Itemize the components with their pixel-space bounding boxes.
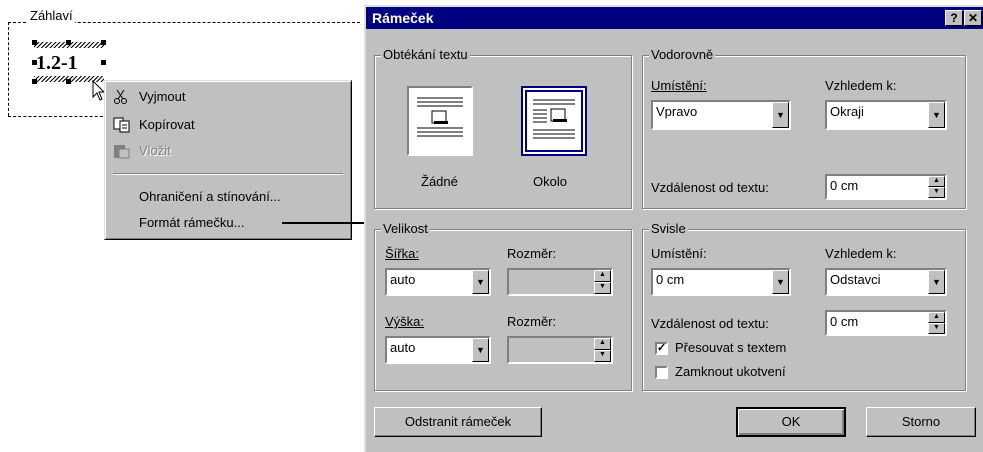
scissors-icon — [113, 89, 131, 105]
wrap-none-icon — [417, 97, 463, 137]
horizontal-group: Vodorovně Umístění: Vpravo ▼ Vzhledem k:… — [642, 47, 966, 209]
selected-frame[interactable]: 1.2-1 — [32, 40, 106, 84]
move-with-text-checkbox[interactable]: ✓ — [655, 342, 668, 355]
horizontal-legend: Vodorovně — [649, 47, 716, 62]
chevron-down-icon[interactable]: ▼ — [928, 102, 945, 128]
cancel-button[interactable]: Storno — [866, 407, 976, 437]
spin-up-icon[interactable]: ▲ — [594, 338, 611, 350]
frame-handle[interactable] — [66, 40, 71, 45]
horizontal-relative-select[interactable]: Okraji ▼ — [825, 100, 947, 130]
dialog-title-bar: Rámeček ? ✕ — [366, 7, 983, 29]
height-select[interactable]: auto ▼ — [385, 336, 491, 364]
width-label: Šířka: — [385, 246, 419, 261]
spin-down-icon[interactable]: ▼ — [928, 323, 945, 334]
move-with-text-label: Přesouvat s textem — [675, 340, 787, 355]
wrap-around-label: Okolo — [533, 174, 567, 189]
remove-frame-button[interactable]: Odstranit rámeček — [374, 407, 542, 437]
header-zone-border-left — [8, 22, 10, 116]
chevron-down-icon[interactable]: ▼ — [772, 270, 789, 294]
vertical-relative-select[interactable]: Odstavci ▼ — [825, 268, 947, 296]
frame-handle[interactable] — [101, 40, 106, 45]
chevron-down-icon[interactable]: ▼ — [472, 338, 489, 362]
frame-handle[interactable] — [32, 79, 37, 84]
menu-item-copy[interactable]: Kopírovat — [139, 117, 195, 132]
lock-anchor-checkbox[interactable] — [655, 366, 668, 379]
size-group: Velikost Šířka: auto ▼ Rozměr: ▲ ▼ Výška:… — [374, 221, 632, 391]
frame-handle[interactable] — [32, 40, 37, 45]
vertical-distance-value: 0 cm — [830, 314, 859, 329]
spin-down-icon[interactable]: ▼ — [594, 282, 611, 294]
close-button[interactable]: ✕ — [964, 10, 982, 26]
lock-anchor-label: Zamknout ukotvení — [675, 364, 786, 379]
vertical-position-select[interactable]: 0 cm ▼ — [651, 268, 791, 296]
width-dimension-label: Rozměr: — [507, 246, 557, 261]
vertical-relative-value: Odstavci — [830, 272, 881, 287]
wrap-around-icon — [525, 90, 583, 152]
width-value: auto — [390, 272, 416, 287]
chevron-down-icon[interactable]: ▼ — [472, 270, 489, 294]
help-button[interactable]: ? — [945, 10, 963, 26]
width-select[interactable]: auto ▼ — [385, 268, 491, 296]
size-legend: Velikost — [381, 221, 430, 236]
horizontal-distance-value: 0 cm — [830, 178, 859, 193]
copy-icon — [113, 117, 131, 133]
wrap-none-button[interactable] — [407, 86, 473, 156]
spin-up-icon[interactable]: ▲ — [594, 270, 611, 282]
menu-item-cut[interactable]: Vyjmout — [139, 89, 185, 104]
spin-down-icon[interactable]: ▼ — [594, 350, 611, 362]
chevron-down-icon[interactable]: ▼ — [928, 270, 945, 294]
spin-up-icon[interactable]: ▲ — [928, 312, 945, 323]
width-dimension-spinner[interactable]: ▲ ▼ — [507, 268, 613, 296]
menu-separator — [113, 173, 343, 175]
height-dimension-spinner[interactable]: ▲ ▼ — [507, 336, 613, 364]
frame-handle[interactable] — [66, 79, 71, 84]
header-zone-label: Záhlaví — [28, 8, 75, 23]
chevron-down-icon[interactable]: ▼ — [772, 102, 789, 128]
text-wrap-legend: Obtékání textu — [381, 47, 470, 62]
header-zone-border-bottom — [8, 116, 108, 117]
horizontal-relative-value: Okraji — [830, 104, 864, 119]
horizontal-position-label: Umístění: — [651, 78, 707, 93]
height-label: Výška: — [385, 314, 425, 329]
vertical-distance-label: Vzdálenost od textu: — [651, 316, 769, 331]
wrap-around-button[interactable] — [521, 86, 587, 156]
vertical-position-value: 0 cm — [656, 272, 685, 287]
vertical-position-label: Umístění: — [651, 246, 707, 261]
horizontal-position-value: Vpravo — [656, 104, 698, 119]
menu-item-borders-shading[interactable]: Ohraničení a stínování... — [139, 189, 281, 204]
horizontal-distance-spinner[interactable]: 0 cm ▲ ▼ — [825, 174, 947, 200]
frame-handle[interactable] — [101, 60, 106, 65]
horizontal-position-select[interactable]: Vpravo ▼ — [651, 100, 791, 130]
text-wrap-group: Obtékání textu Žádné Okolo — [374, 47, 632, 209]
wrap-none-label: Žádné — [421, 174, 458, 189]
vertical-distance-spinner[interactable]: 0 cm ▲ ▼ — [825, 310, 947, 336]
menu-item-paste: Vložit — [139, 143, 171, 158]
vertical-relative-label: Vzhledem k: — [825, 246, 897, 261]
callout-line — [282, 222, 370, 224]
horizontal-distance-label: Vzdálenost od textu: — [651, 180, 769, 195]
frame-dialog: Rámeček ? ✕ Obtékání textu Žádné Okolo V… — [364, 5, 983, 452]
vertical-group: Svisle Umístění: 0 cm ▼ Vzhledem k: Odst… — [642, 221, 966, 391]
height-value: auto — [390, 340, 416, 355]
spin-up-icon[interactable]: ▲ — [928, 176, 945, 187]
vertical-legend: Svisle — [649, 221, 688, 236]
horizontal-relative-label: Vzhledem k: — [825, 78, 897, 93]
height-dimension-label: Rozměr: — [507, 314, 557, 329]
paste-icon — [113, 143, 131, 159]
ok-button[interactable]: OK — [736, 407, 846, 437]
spin-down-icon[interactable]: ▼ — [928, 187, 945, 198]
menu-item-format-frame[interactable]: Formát rámečku... — [139, 215, 244, 230]
frame-content-text: 1.2-1 — [36, 52, 78, 74]
context-menu: Vyjmout Kopírovat Vložit Ohraničení a st… — [104, 80, 352, 240]
dialog-title: Rámeček — [372, 10, 434, 26]
